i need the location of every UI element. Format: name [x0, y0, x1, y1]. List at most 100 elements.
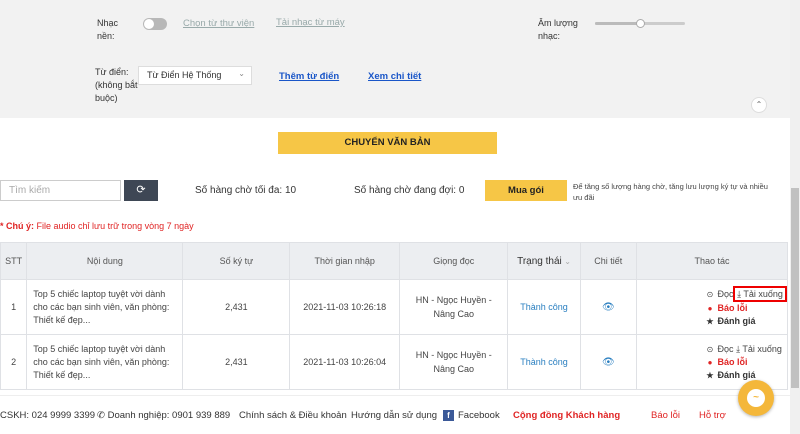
row-chars: 2,431: [182, 279, 291, 335]
download-label: Tải xuống: [742, 343, 782, 354]
volume-fill: [595, 22, 640, 25]
row-actions: ⊙ Đọc ⤓ Tải xuống ● Báo lỗi ★ Đánh giá: [636, 334, 788, 390]
messenger-chat-button[interactable]: ~: [738, 380, 774, 416]
col-actions: Thao tác: [636, 242, 788, 280]
dictionary-label: Từ điển: (không bắt buộc): [95, 67, 138, 103]
waiting-queue-text: Số hàng chờ đang đợi: 0: [354, 185, 465, 196]
play-circle-icon: ⊙: [706, 290, 714, 299]
music-toggle[interactable]: [143, 18, 167, 30]
alert-icon: ●: [707, 357, 713, 367]
volume-label: Âm lượng nhạc:: [538, 18, 578, 41]
rate-action[interactable]: ★ Đánh giá: [705, 369, 787, 382]
row-time: 2021-11-03 10:26:18: [289, 279, 401, 335]
voice-settings-panel: Nhạc nền: Chọn từ thư viện Tải nhạc từ m…: [0, 0, 790, 118]
messenger-icon: ~: [747, 389, 765, 407]
row-content: Top 5 chiếc laptop tuyệt vời dành cho cá…: [26, 279, 184, 335]
buy-package-button[interactable]: Mua gói: [485, 180, 567, 201]
eye-icon[interactable]: 👁: [602, 302, 615, 313]
report-label: Báo lỗi: [717, 303, 748, 313]
col-status[interactable]: Trạng thái ⌄: [507, 242, 581, 280]
dictionary-value: Từ Điển Hệ Thống: [147, 70, 222, 80]
music-library-link[interactable]: Chọn từ thư viện: [183, 18, 254, 29]
read-action[interactable]: ⊙ Đọc ⤓ Tải xuống: [705, 286, 787, 302]
music-upload-link[interactable]: Tải nhạc từ máy: [276, 17, 345, 28]
business-phone-text: Doanh nghiệp: 0901 939 889: [107, 410, 231, 421]
storage-notice: * Chú ý: File audio chỉ lưu trữ trong vò…: [0, 221, 194, 231]
row-chars: 2,431: [182, 334, 291, 390]
alert-icon: ●: [707, 304, 713, 313]
table-row: 1 Top 5 chiếc laptop tuyệt vời dành cho …: [0, 279, 788, 335]
row-stt: 1: [0, 279, 28, 335]
max-queue-text: Số hàng chờ tối đa: 10: [195, 185, 297, 196]
rate-label: Đánh giá: [717, 316, 756, 326]
table-row: 2 Top 5 chiếc laptop tuyệt vời dành cho …: [0, 334, 788, 390]
row-status: Thành công: [507, 334, 581, 390]
scrollbar-thumb[interactable]: [791, 188, 799, 388]
toggle-knob: [144, 19, 154, 29]
chevron-down-icon: ⌄: [564, 256, 571, 266]
notice-prefix: * Chú ý:: [0, 221, 35, 231]
row-voice: HN - Ngọc Huyền - Nâng Cao: [399, 334, 509, 390]
convert-text-button[interactable]: CHUYỂN VĂN BẢN: [278, 132, 497, 154]
support-link[interactable]: Hỗ trợ: [699, 410, 726, 421]
row-content: Top 5 chiếc laptop tuyệt vời dành cho cá…: [26, 334, 184, 390]
facebook-link[interactable]: f Facebook: [443, 410, 500, 421]
add-dictionary-link[interactable]: Thêm từ điển: [279, 71, 339, 82]
volume-slider[interactable]: [595, 19, 685, 28]
facebook-icon: f: [443, 410, 454, 421]
read-label: Đọc: [717, 289, 734, 299]
row-time: 2021-11-03 10:26:04: [289, 334, 401, 390]
col-content: Nội dung: [26, 242, 184, 280]
policy-link[interactable]: Chính sách & Điều khoản: [239, 410, 347, 421]
search-input[interactable]: Tìm kiếm: [0, 180, 121, 201]
row-actions: ⊙ Đọc ⤓ Tải xuống ● Báo lỗi ★ Đánh giá: [636, 279, 788, 335]
read-label: Đọc: [717, 343, 734, 354]
community-link[interactable]: Cộng đồng Khách hàng: [513, 410, 620, 421]
row-voice: HN - Ngọc Huyền - Nâng Cao: [399, 279, 509, 335]
eye-icon[interactable]: 👁: [602, 357, 615, 368]
business-phone: ✆ Doanh nghiệp: 0901 939 889: [97, 410, 230, 421]
download-action[interactable]: ⤓ Tải xuống: [736, 344, 782, 354]
table-header-row: STT Nội dung Số ký tự Thời gian nhập Giọ…: [0, 242, 788, 280]
footer-report-link[interactable]: Báo lỗi: [651, 410, 680, 421]
star-icon: ★: [706, 317, 714, 326]
star-icon: ★: [706, 370, 714, 380]
download-icon: ⤓: [737, 289, 742, 299]
music-label: Nhạc nền:: [97, 18, 119, 41]
dictionary-select[interactable]: Từ Điển Hệ Thống ⌄: [138, 66, 252, 85]
col-detail: Chi tiết: [579, 242, 638, 280]
rate-label: Đánh giá: [717, 369, 756, 380]
col-time: Thời gian nhập: [289, 242, 401, 280]
notice-text: File audio chỉ lưu trữ trong vòng 7 ngày: [34, 221, 194, 231]
report-label: Báo lỗi: [717, 356, 748, 367]
download-action[interactable]: ⤓ Tải xuống: [733, 286, 787, 302]
row-detail[interactable]: 👁: [579, 279, 638, 335]
volume-thumb[interactable]: [636, 19, 645, 28]
col-voice: Giọng đọc: [399, 242, 509, 280]
refresh-icon: ⟳: [136, 184, 146, 196]
row-detail[interactable]: 👁: [579, 334, 638, 390]
rate-action[interactable]: ★ Đánh giá: [705, 315, 787, 328]
hotline-text: CSKH: 024 9999 3399: [0, 410, 96, 421]
read-action[interactable]: ⊙ Đọc ⤓ Tải xuống: [705, 343, 787, 356]
chevron-up-icon[interactable]: ⌃: [751, 97, 767, 113]
download-icon: ⤓: [736, 343, 741, 354]
status-header-label: Trạng thái: [517, 255, 562, 267]
view-detail-link[interactable]: Xem chi tiết: [368, 71, 421, 82]
phone-icon: ✆: [97, 410, 105, 421]
chevron-down-icon: ⌄: [238, 69, 245, 78]
col-chars: Số ký tự: [182, 242, 291, 280]
report-action[interactable]: ● Báo lỗi: [705, 356, 787, 369]
history-table: STT Nội dung Số ký tự Thời gian nhập Giọ…: [0, 242, 788, 390]
row-stt: 2: [0, 334, 28, 390]
footer: CSKH: 024 9999 3399 ✆ Doanh nghiệp: 0901…: [0, 395, 790, 434]
row-status: Thành công: [507, 279, 581, 335]
refresh-button[interactable]: ⟳: [124, 180, 158, 201]
report-action[interactable]: ● Báo lỗi: [705, 302, 787, 315]
page-scrollbar[interactable]: [790, 0, 800, 434]
guide-link[interactable]: Hướng dẫn sử dụng: [351, 410, 437, 421]
buy-note: Để tăng số lượng hàng chờ, tăng lưu lượn…: [573, 182, 768, 202]
col-stt: STT: [0, 242, 28, 280]
play-circle-icon: ⊙: [706, 344, 714, 354]
facebook-label: Facebook: [458, 410, 500, 422]
